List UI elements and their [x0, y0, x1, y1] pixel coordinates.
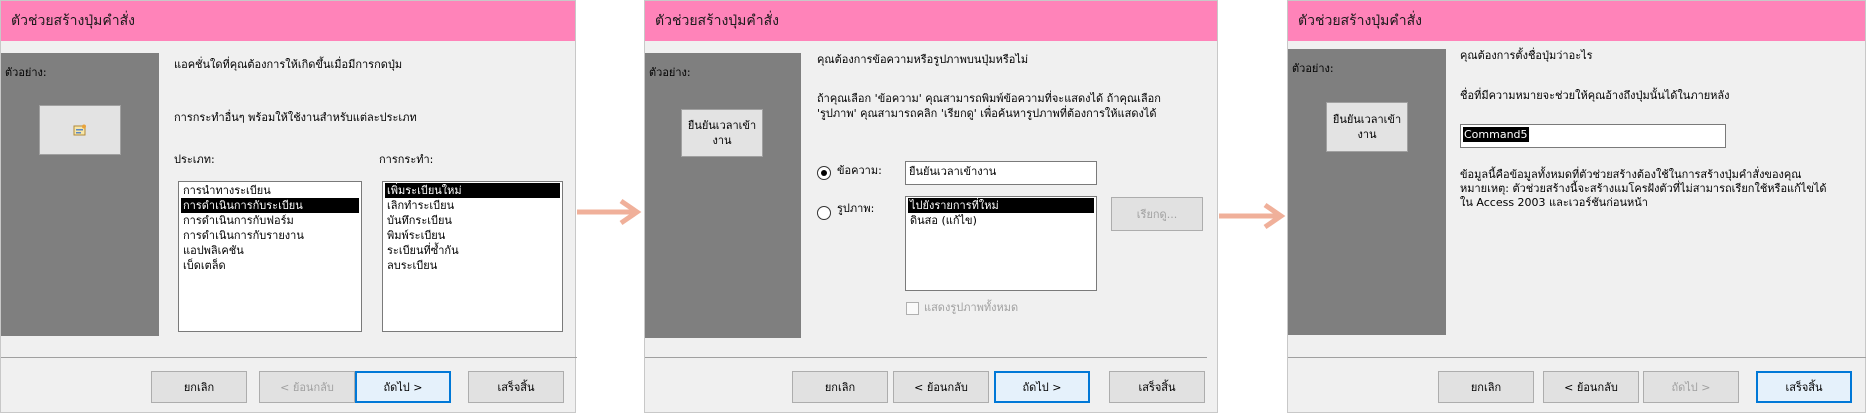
button-name-value: Command5 [1463, 127, 1529, 142]
next-button[interactable]: ถัดไป > [994, 371, 1090, 403]
wizard-step-name: ตัวช่วยสร้างปุ่มคำสั่ง ตัวอย่าง: ยืนยันเ… [1287, 0, 1866, 413]
preview-pane: ตัวอย่าง: ยืนยันเวลาเข้างาน [645, 53, 801, 338]
next-button[interactable]: ถัดไป > [355, 371, 451, 403]
list-item[interactable]: ระเบียนที่ซ้ำกัน [385, 243, 560, 258]
button-text-field[interactable]: ยืนยันเวลาเข้างาน [905, 161, 1097, 185]
finish-button[interactable]: เสร็จสิ้น [1109, 371, 1205, 403]
subprompt-text: การกระทำอื่นๆ พร้อมให้ใช้งานสำหรับแต่ละป… [174, 111, 417, 124]
text-option-label[interactable]: ข้อความ: [837, 164, 882, 178]
prompt-text: คุณต้องการตั้งชื่อปุ่มว่าอะไร [1460, 49, 1593, 62]
list-item[interactable]: การดำเนินการกับรายงาน [181, 228, 359, 243]
cancel-button[interactable]: ยกเลิก [151, 371, 247, 403]
actions-label: การกระทำ: [379, 153, 434, 166]
cancel-button[interactable]: ยกเลิก [1438, 371, 1534, 403]
show-all-label[interactable]: แสดงรูปภาพทั้งหมด [924, 301, 1018, 315]
dialog-title: ตัวช่วยสร้างปุ่มคำสั่ง [645, 1, 1217, 41]
preview-button [39, 105, 121, 155]
name-hint-text: ชื่อที่มีความหมายจะช่วยให้คุณอ้างถึงปุ่ม… [1460, 89, 1730, 102]
info-line-3: ใน Access 2003 และเวอร์ชันก่อนหน้า [1460, 196, 1648, 209]
list-item[interactable]: เลิกทำระเบียน [385, 198, 560, 213]
finish-button[interactable]: เสร็จสิ้น [1756, 371, 1852, 403]
preview-button: ยืนยันเวลาเข้างาน [1326, 102, 1408, 152]
record-icon [73, 124, 86, 136]
categories-label: ประเภท: [174, 153, 215, 166]
picture-option-radio[interactable] [817, 206, 831, 220]
preview-button: ยืนยันเวลาเข้างาน [681, 109, 763, 157]
list-item[interactable]: เบ็ดเตล็ด [181, 258, 359, 273]
divider [1288, 357, 1866, 358]
info-line-2: หมายเหตุ: ตัวช่วยสร้างนี้จะสร้างแมโครฝัง… [1460, 182, 1827, 195]
preview-label: ตัวอย่าง: [5, 66, 47, 79]
button-name-field[interactable]: Command5 [1460, 124, 1726, 148]
list-item[interactable]: พิมพ์ระเบียน [385, 228, 560, 243]
divider [1, 357, 577, 358]
description-line-1: ถ้าคุณเลือก 'ข้อความ' คุณสามารถพิมพ์ข้อค… [817, 92, 1161, 105]
wizard-step-action: ตัวช่วยสร้างปุ่มคำสั่ง ตัวอย่าง: แอคชั่น… [0, 0, 577, 413]
cancel-button[interactable]: ยกเลิก [792, 371, 888, 403]
arrow-right-icon [1219, 202, 1286, 230]
list-item[interactable]: บันทึกระเบียน [385, 213, 560, 228]
divider [645, 357, 1207, 358]
list-item[interactable]: การดำเนินการกับฟอร์ม [181, 213, 359, 228]
actions-list[interactable]: เพิ่มระเบียนใหม่ เลิกทำระเบียน บันทึกระเ… [382, 181, 563, 332]
list-item[interactable]: เพิ่มระเบียนใหม่ [385, 183, 560, 198]
dialog-title: ตัวช่วยสร้างปุ่มคำสั่ง [1, 1, 575, 41]
browse-button[interactable]: เรียกดู... [1111, 197, 1203, 231]
back-button[interactable]: < ย้อนกลับ [259, 371, 355, 403]
finish-button[interactable]: เสร็จสิ้น [468, 371, 564, 403]
list-item[interactable]: การนำทางระเบียน [181, 183, 359, 198]
preview-pane: ตัวอย่าง: [1, 53, 159, 336]
pictures-list[interactable]: ไปยังรายการที่ใหม่ ดินสอ (แก้ไข) [905, 196, 1097, 291]
prompt-text: คุณต้องการข้อความหรือรูปภาพบนปุ่มหรือไม่ [817, 53, 1029, 66]
list-item[interactable]: การดำเนินการกับระเบียน [181, 198, 359, 213]
next-button[interactable]: ถัดไป > [1643, 371, 1739, 403]
show-all-checkbox[interactable] [906, 302, 919, 315]
text-option-radio[interactable] [817, 166, 831, 180]
arrow-right-icon [577, 198, 642, 226]
info-line-1: ข้อมูลนี้คือข้อมูลทั้งหมดที่ตัวช่วยสร้าง… [1460, 168, 1802, 181]
categories-list[interactable]: การนำทางระเบียน การดำเนินการกับระเบียน ก… [178, 181, 362, 332]
description-line-2: 'รูปภาพ' คุณสามารถคลิก 'เรียกดู' เพื่อค้… [817, 107, 1157, 120]
list-item[interactable]: ไปยังรายการที่ใหม่ [908, 198, 1094, 213]
list-item[interactable]: ลบระเบียน [385, 258, 560, 273]
picture-option-label[interactable]: รูปภาพ: [837, 202, 874, 216]
preview-label: ตัวอย่าง: [649, 66, 691, 79]
preview-pane: ตัวอย่าง: ยืนยันเวลาเข้างาน [1288, 49, 1446, 335]
dialog-title: ตัวช่วยสร้างปุ่มคำสั่ง [1288, 1, 1865, 41]
back-button[interactable]: < ย้อนกลับ [1543, 371, 1639, 403]
prompt-text: แอคชั่นใดที่คุณต้องการให้เกิดขึ้นเมื่อมี… [174, 58, 403, 71]
preview-label: ตัวอย่าง: [1292, 62, 1334, 75]
wizard-step-appearance: ตัวช่วยสร้างปุ่มคำสั่ง ตัวอย่าง: ยืนยันเ… [644, 0, 1218, 413]
list-item[interactable]: แอปพลิเคชัน [181, 243, 359, 258]
back-button[interactable]: < ย้อนกลับ [893, 371, 989, 403]
list-item[interactable]: ดินสอ (แก้ไข) [908, 213, 1094, 228]
